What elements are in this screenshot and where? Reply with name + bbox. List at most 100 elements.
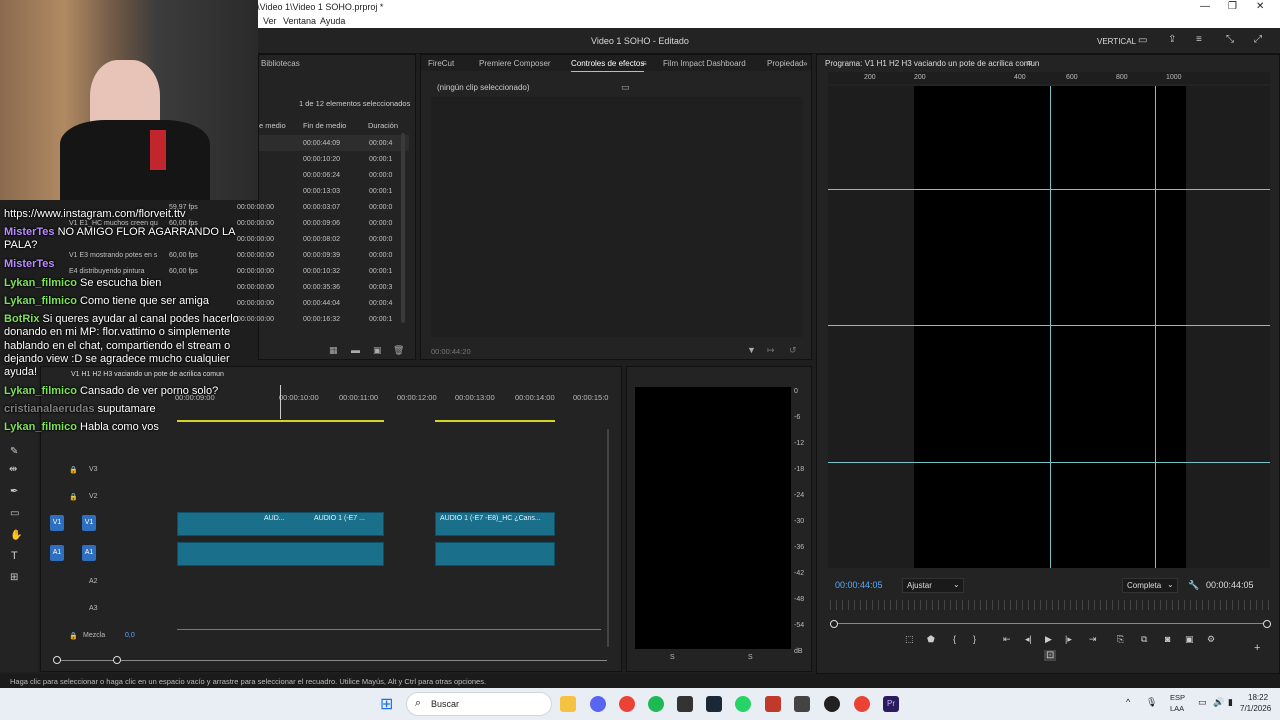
- step-back-icon[interactable]: ◂|: [1025, 634, 1032, 645]
- workspace-label[interactable]: VERTICAL: [1097, 37, 1136, 46]
- play-icon[interactable]: ▶: [1045, 634, 1052, 645]
- share-icon[interactable]: ⇪: [1168, 34, 1176, 45]
- clock-time[interactable]: 18:22: [1248, 693, 1268, 702]
- table-row[interactable]: 00:00:00:00 00:00:08:02 00:00:0: [237, 231, 409, 247]
- pen-tool-icon[interactable]: ✒: [10, 486, 18, 497]
- add-marker-icon[interactable]: ⬚: [905, 634, 914, 645]
- filter-icon[interactable]: ▼: [747, 345, 756, 355]
- folder-icon[interactable]: ▬: [351, 345, 360, 355]
- region-code[interactable]: LAA: [1170, 704, 1184, 713]
- scrollbar[interactable]: [401, 133, 405, 323]
- go-to-in-icon[interactable]: ⇤: [1003, 634, 1011, 645]
- whatsapp-icon[interactable]: [735, 696, 751, 712]
- app-icon[interactable]: [677, 696, 693, 712]
- loop-icon[interactable]: ↺: [789, 345, 797, 356]
- menu-lines-icon[interactable]: ≡: [1196, 34, 1202, 45]
- menu-ventana[interactable]: Ventana: [283, 16, 316, 26]
- scroll-handle-left[interactable]: [53, 656, 61, 664]
- type-tool-icon[interactable]: T: [11, 550, 18, 562]
- collapse-icon[interactable]: ⤡: [1226, 34, 1234, 45]
- scroll-handle-right[interactable]: [113, 656, 121, 664]
- mic-icon[interactable]: 🎙: [1146, 697, 1157, 708]
- panel-icon[interactable]: ▭: [1138, 35, 1147, 46]
- table-row[interactable]: 00:0000:00:10:2000:00:1: [237, 151, 409, 167]
- mark-in-icon[interactable]: {: [953, 634, 956, 644]
- hand-tool-icon[interactable]: ✋: [10, 530, 22, 541]
- windows-start-icon[interactable]: ⊞: [380, 694, 393, 714]
- audio-clip[interactable]: [177, 542, 384, 566]
- go-to-out-icon[interactable]: ⇥: [1089, 634, 1097, 645]
- zoom-handle-left[interactable]: [830, 620, 838, 628]
- lock-icon[interactable]: 🔒: [69, 493, 78, 501]
- mark-out-icon[interactable]: }: [973, 634, 976, 644]
- mix-value[interactable]: 0,0: [125, 632, 135, 639]
- program-menu-icon[interactable]: ≡: [1027, 58, 1032, 68]
- vertical-scrollbar[interactable]: [607, 429, 609, 647]
- source-patch-v1[interactable]: V1: [50, 515, 64, 531]
- battery-icon[interactable]: ▮: [1228, 697, 1233, 708]
- razor-tool-icon[interactable]: ✎: [10, 446, 18, 457]
- lock-icon[interactable]: 🔒: [69, 466, 78, 474]
- discord-icon[interactable]: [590, 696, 606, 712]
- clock-date[interactable]: 7/1/2026: [1240, 704, 1271, 713]
- tab-film-impact[interactable]: Film Impact Dashboard: [663, 59, 746, 68]
- table-row[interactable]: E4 distribuyendo pintura 60,00 fps 00:00:0…: [69, 263, 409, 279]
- tab-menu-icon[interactable]: ≡: [642, 59, 647, 68]
- source-patch-a1[interactable]: A1: [50, 545, 64, 561]
- audio-clip[interactable]: [435, 542, 555, 566]
- rectangle-tool-icon[interactable]: ▭: [10, 508, 19, 519]
- column-header-end[interactable]: Fin de medio: [303, 121, 346, 130]
- timeline-view-icon[interactable]: ▭: [621, 82, 630, 93]
- lang-code[interactable]: ESP: [1170, 693, 1185, 702]
- ink-tool-icon[interactable]: [765, 696, 781, 712]
- fit-dropdown[interactable]: Ajustar ⌄: [902, 578, 964, 593]
- caption-tool-icon[interactable]: ⊞: [10, 572, 18, 583]
- column-header-duration[interactable]: Duración: [368, 121, 398, 130]
- close-icon[interactable]: ✕: [1256, 1, 1264, 12]
- timeline-ruler[interactable]: 00:00:09:00 00:00:10:00 00:00:11:00 00:0…: [175, 387, 617, 407]
- insert-icon[interactable]: ⎘: [1117, 634, 1124, 645]
- new-item-icon[interactable]: ▣: [373, 345, 382, 356]
- quality-dropdown[interactable]: Completa ⌄: [1122, 578, 1178, 593]
- tab-properties[interactable]: Propiedad: [767, 59, 803, 68]
- video-clip[interactable]: AUD... AUDIO 1 (-E7 ...: [177, 512, 384, 536]
- proxy-toggle-icon[interactable]: ⊡: [1044, 650, 1057, 661]
- tabs-overflow-icon[interactable]: »: [803, 59, 807, 68]
- wrench-icon[interactable]: 🔧: [1188, 580, 1199, 591]
- horizontal-scrollbar[interactable]: [57, 660, 607, 661]
- menu-ayuda[interactable]: Ayuda: [320, 16, 345, 26]
- menu-ver[interactable]: Ver: [263, 16, 277, 26]
- camera-icon[interactable]: ◙: [1165, 634, 1170, 644]
- step-forward-icon[interactable]: |▸: [1065, 634, 1072, 645]
- taskbar-search[interactable]: ⌕ Buscar: [406, 692, 552, 716]
- zoom-scrollbar[interactable]: [834, 623, 1266, 624]
- chrome-icon[interactable]: [619, 696, 635, 712]
- track-target-a1[interactable]: A1: [82, 545, 96, 561]
- fullscreen-icon[interactable]: ⤢: [1254, 34, 1262, 45]
- obs-icon[interactable]: [824, 696, 840, 712]
- minimize-icon[interactable]: —: [1200, 1, 1210, 12]
- tray-chevron-icon[interactable]: ^: [1126, 697, 1130, 707]
- compare-icon[interactable]: ▣: [1185, 634, 1194, 645]
- video-clip[interactable]: AUDIO 1 (-E7 -E8)_HC ¿Cans...: [435, 512, 555, 536]
- track-target-v1[interactable]: V1: [82, 515, 96, 531]
- tab-effect-controls[interactable]: Controles de efectos: [571, 59, 645, 72]
- table-row[interactable]: V1 E1_HC muchos creen qu 60,00 fps 00:00:0…: [69, 215, 409, 231]
- lock-icon[interactable]: 🔒: [69, 632, 78, 640]
- zoom-handle-right[interactable]: [1263, 620, 1271, 628]
- table-row[interactable]: 00:0000:00:06:2400:00:0: [237, 167, 409, 183]
- export-icon[interactable]: ↦: [767, 345, 775, 356]
- settings-icon[interactable]: ⚙: [1207, 634, 1215, 645]
- tab-bibliotecas[interactable]: Bibliotecas: [261, 59, 300, 68]
- trash-icon[interactable]: 🗑: [393, 345, 404, 356]
- overwrite-icon[interactable]: ⧉: [1141, 634, 1147, 645]
- list-view-icon[interactable]: ▦: [329, 345, 338, 356]
- table-row[interactable]: 00:0000:00:44:0900:00:4: [237, 135, 409, 151]
- steam-icon[interactable]: [706, 696, 722, 712]
- playhead[interactable]: [280, 385, 281, 419]
- marker-icon[interactable]: ⬟: [927, 634, 935, 645]
- premiere-taskbar-icon[interactable]: Pr: [883, 696, 899, 712]
- table-row[interactable]: V1 E3 mostrando potes en s 60,00 fps 00:00…: [69, 247, 409, 263]
- chrome-profile-icon[interactable]: [854, 696, 870, 712]
- network-icon[interactable]: ▭: [1198, 697, 1207, 708]
